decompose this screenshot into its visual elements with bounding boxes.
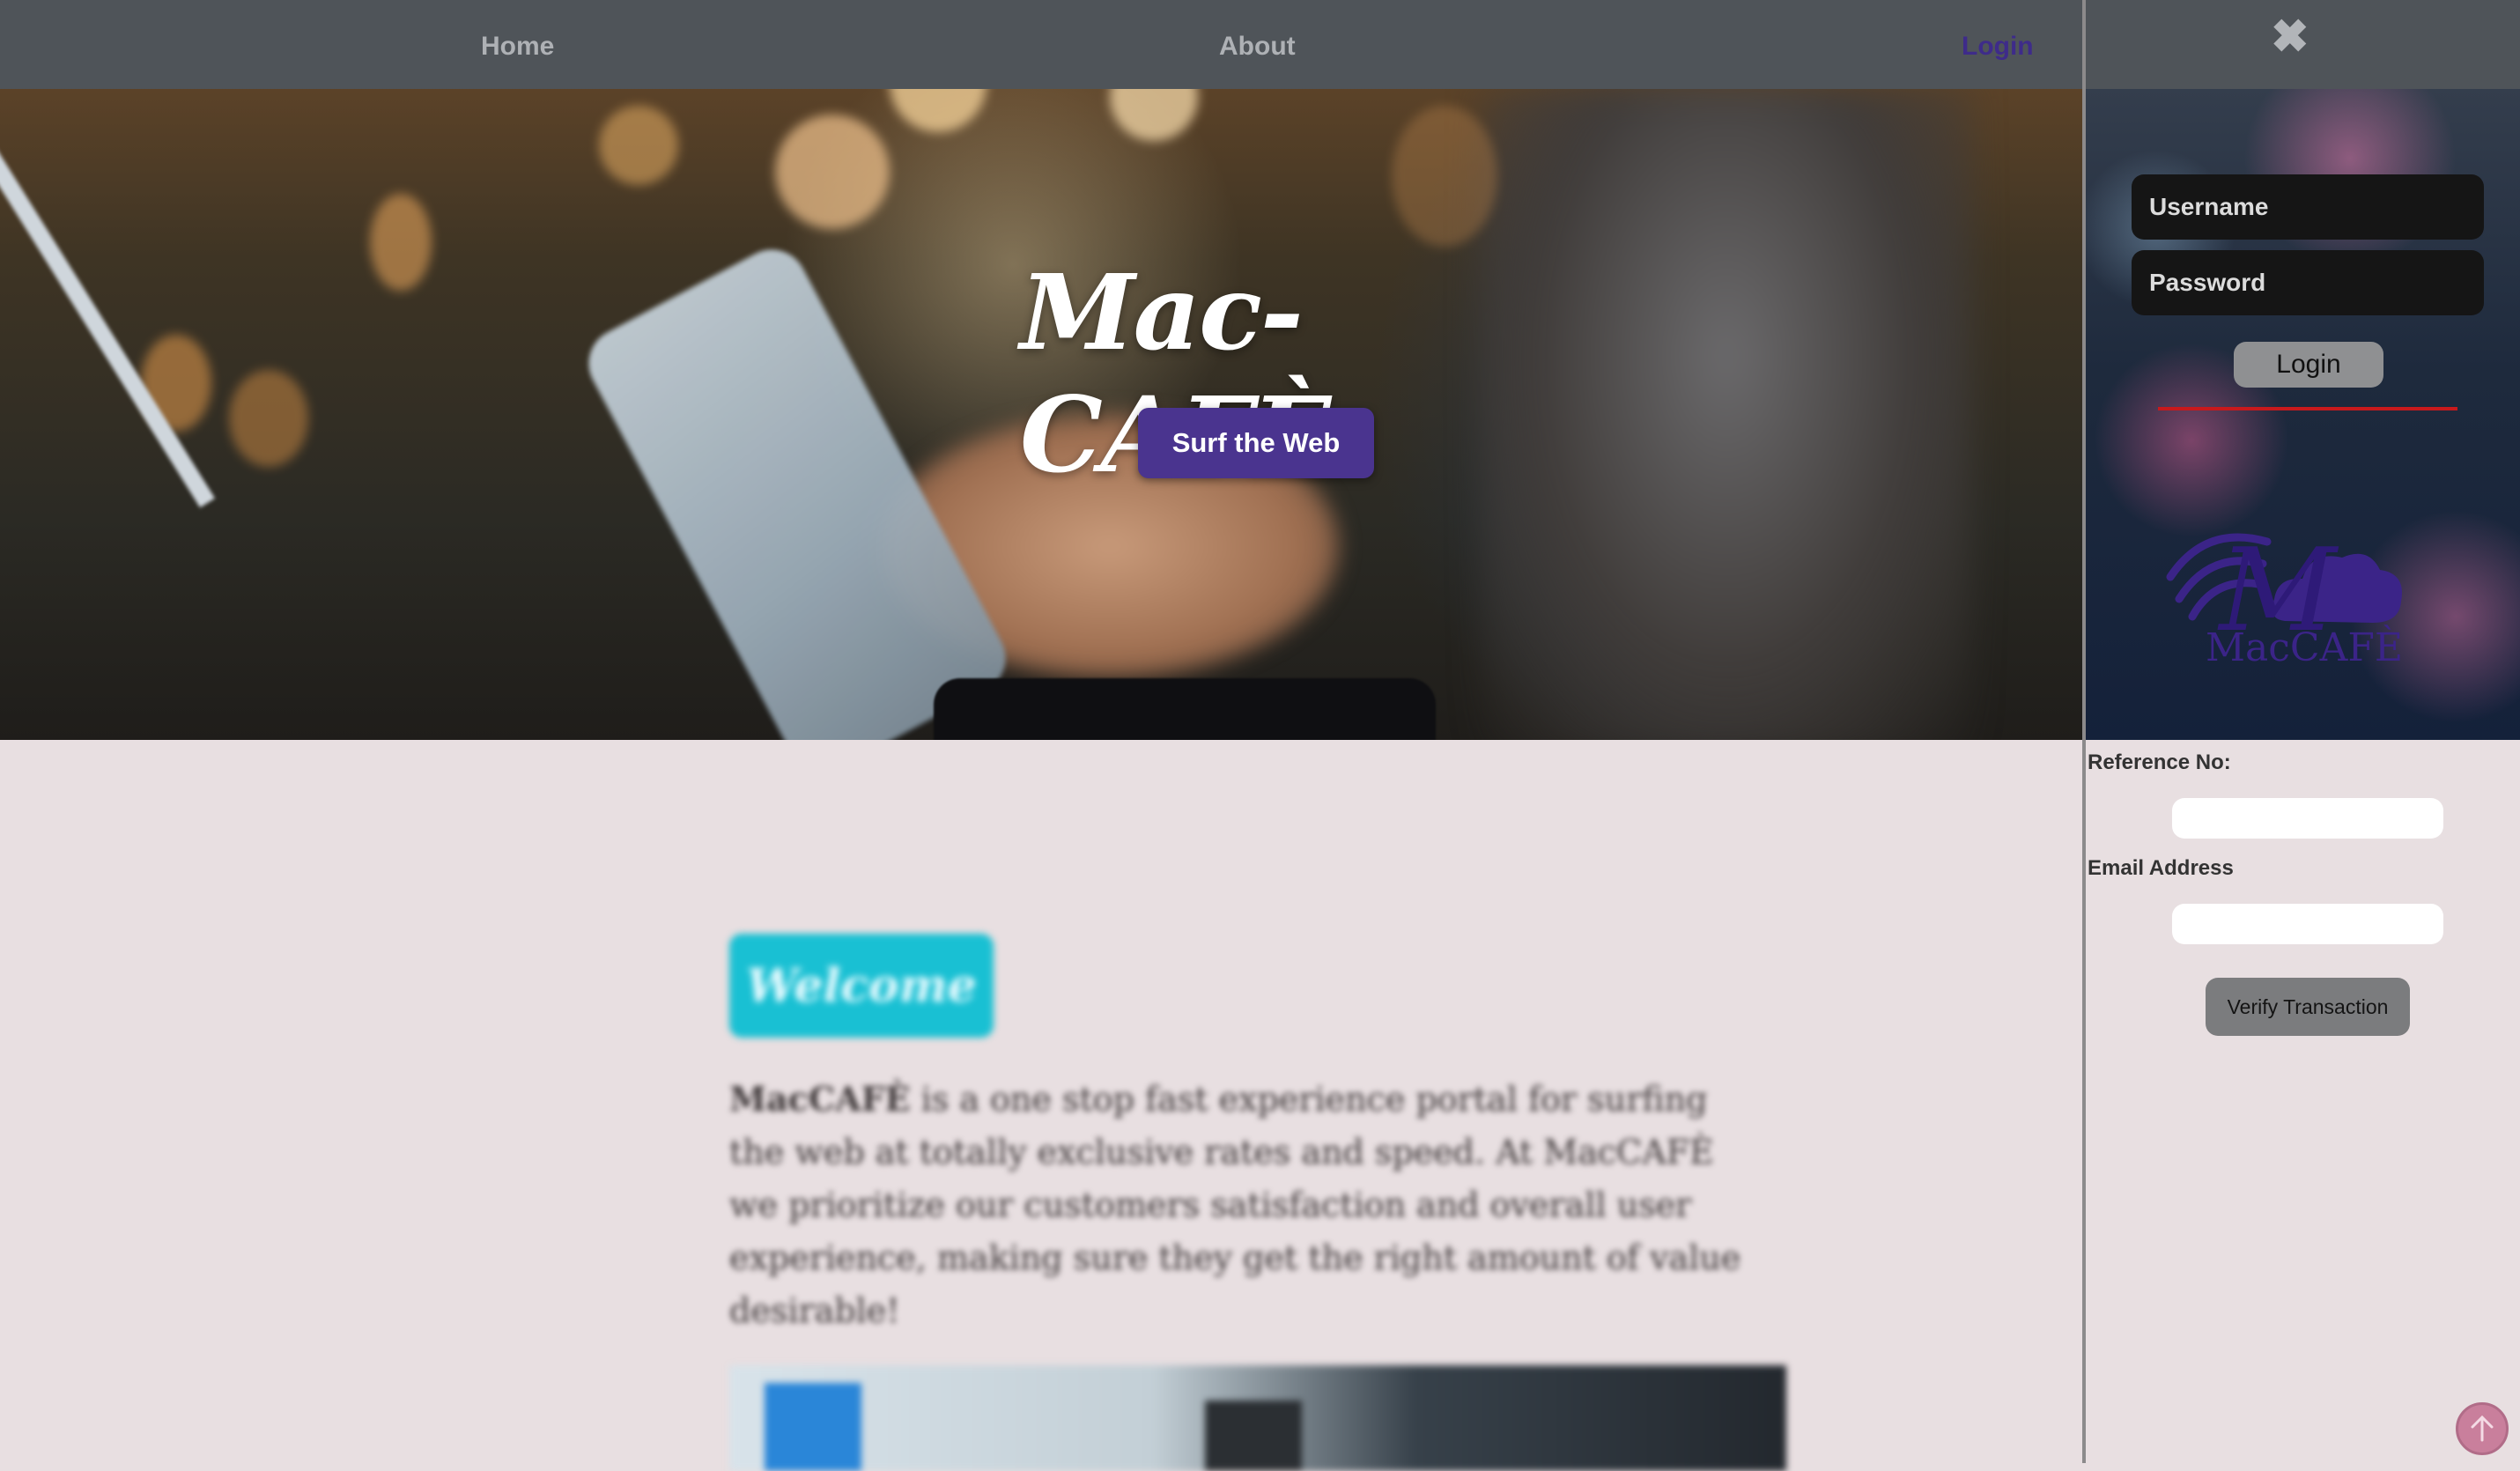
content-image [729,1365,1786,1471]
nav-home-link[interactable]: Home [481,32,554,62]
hero-bg-person [1480,88,1973,740]
reference-label: Reference No: [2088,750,2231,774]
nav-about-link[interactable]: About [1219,32,1296,62]
email-input[interactable] [2172,904,2443,944]
bokeh-light [1392,106,1497,247]
reference-input[interactable] [2172,798,2443,839]
about-paragraph: MacCAFÈ is a one stop fast experience po… [729,1073,1769,1337]
login-panel-header: ✖ [2086,0,2520,89]
hero-bg-laptop [0,109,216,508]
login-button[interactable]: Login [2234,342,2383,388]
login-side-panel: ✖ Username Password Login M MacCAFÈ Refe… [2082,0,2520,1463]
bokeh-light [775,115,890,229]
about-brand: MacCAFÈ [729,1079,911,1119]
username-placeholder: Username [2149,193,2269,220]
welcome-badge: Welcome [729,934,994,1038]
username-field[interactable]: Username [2132,174,2484,240]
logo-wordmark: MacCAFÈ [2206,624,2403,669]
content-image-block [1205,1401,1302,1471]
nav-login-link[interactable]: Login [1962,32,2034,62]
close-icon[interactable]: ✖ [2271,11,2309,63]
top-nav: Home About Login [0,0,2082,89]
login-panel-background: ✖ Username Password Login M MacCAFÈ [2086,0,2520,740]
password-field[interactable]: Password [2132,250,2484,315]
bokeh-light [599,106,678,185]
bokeh-light [370,194,432,291]
scroll-to-top-button[interactable] [2456,1402,2509,1455]
verify-transaction-button[interactable]: Verify Transaction [2206,978,2410,1036]
divider-line [2158,407,2457,410]
maccafe-logo: M MacCAFÈ [2166,523,2403,669]
main-content: Welcome MacCAFÈ is a one stop fast exper… [0,740,2082,1471]
email-label: Email Address [2088,856,2234,880]
bokeh-light [229,370,308,467]
surf-the-web-button[interactable]: Surf the Web [1138,408,1374,478]
hero-bg-cup [934,678,1436,740]
arrow-up-icon [2471,1415,2494,1442]
password-placeholder: Password [2149,269,2266,296]
content-image-block [765,1383,861,1471]
